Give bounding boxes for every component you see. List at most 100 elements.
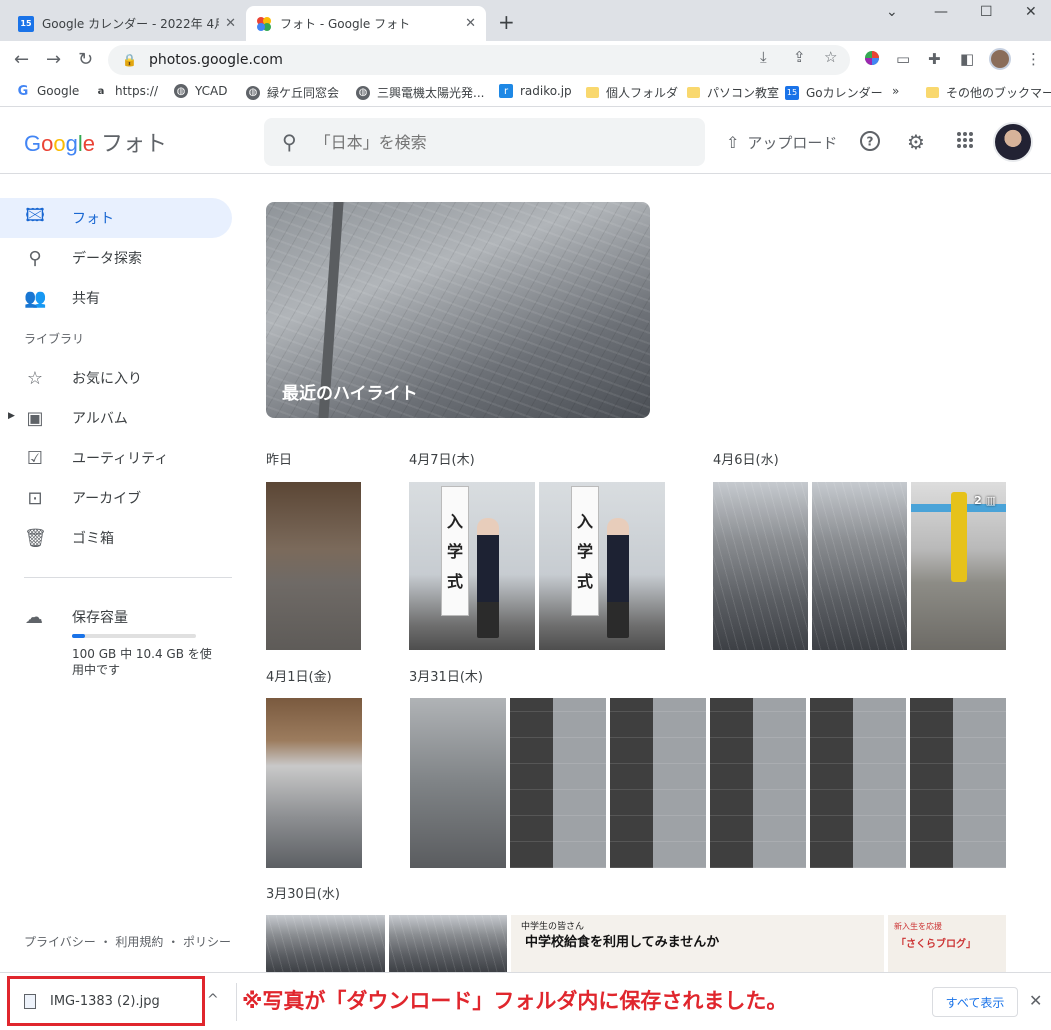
account-avatar[interactable]	[993, 122, 1033, 162]
close-tab-icon[interactable]: ✕	[465, 16, 476, 31]
side-panel-icon[interactable]: ◧	[960, 50, 974, 68]
archive-icon: ⊡	[27, 487, 43, 509]
recent-highlights-card[interactable]: 最近のハイライト	[266, 202, 650, 418]
install-icon[interactable]: ⤓	[760, 48, 767, 66]
tab-google-calendar[interactable]: 15 Google カレンダー - 2022年 4月 18 ✕	[8, 6, 246, 41]
bookmark-item[interactable]: G Google	[16, 84, 80, 99]
sidebar-item-trash[interactable]: 🗑 ゴミ箱	[0, 518, 232, 558]
address-bar[interactable]: 🔒 photos.google.com	[108, 45, 850, 75]
search-icon[interactable]: ⚲	[282, 130, 297, 154]
sidebar-item-label: ゴミ箱	[72, 531, 114, 547]
help-icon[interactable]: ?	[859, 130, 881, 157]
chevron-up-icon[interactable]: ^	[207, 992, 219, 1008]
sidebar-item-sharing[interactable]: 👥 共有	[0, 278, 232, 318]
globe-icon: ◍	[356, 85, 370, 100]
photo-thumbnail[interactable]	[710, 698, 806, 868]
forward-icon[interactable]: →	[46, 49, 61, 70]
google-photos-logo[interactable]: Google フォト	[24, 126, 167, 158]
photo-icon: 🖾	[25, 205, 45, 226]
window-close-icon[interactable]: ✕	[1025, 4, 1037, 20]
logo-letter: G	[24, 131, 42, 156]
photo-thumbnail[interactable]	[266, 482, 361, 650]
show-all-button[interactable]: すべて表示	[932, 987, 1018, 1017]
share-icon[interactable]: ⇪	[793, 48, 806, 66]
google-photos-icon	[256, 16, 272, 32]
bookmark-label: その他のブックマーク	[946, 86, 1051, 100]
photo-thumbnail[interactable]	[713, 482, 808, 650]
sidebar-item-label: フォト	[72, 211, 114, 227]
maximize-icon[interactable]: ☐	[980, 4, 993, 20]
logo-letter: o	[41, 131, 54, 156]
extensions-icon[interactable]: ✚	[928, 50, 941, 68]
photo-thumbnail[interactable]	[610, 698, 706, 868]
storage-usage-text: 100 GB 中 10.4 GB を使用中です	[72, 647, 212, 677]
photo-thumbnail[interactable]: 新入生を応援 「さくらブログ」	[888, 915, 1006, 972]
photo-thumbnail[interactable]	[910, 698, 1006, 868]
sidebar-item-label: アルバム	[72, 411, 128, 427]
color-extension-icon[interactable]	[864, 50, 880, 70]
bookmark-item[interactable]: その他のブックマーク	[925, 84, 1051, 101]
folder-icon	[686, 86, 700, 100]
bookmark-item[interactable]: a https://	[94, 84, 158, 98]
bookmark-item[interactable]: ◍ YCAD	[174, 84, 228, 98]
sidebar-item-favorites[interactable]: ☆ お気に入り	[0, 358, 232, 398]
photo-thumbnail[interactable]	[389, 915, 507, 972]
storage-title[interactable]: 保存容量	[72, 607, 128, 627]
settings-gear-icon[interactable]: ⚙	[907, 130, 925, 154]
new-tab-icon[interactable]: +	[498, 10, 515, 34]
album-icon: ▣	[26, 407, 44, 429]
bookmark-item[interactable]: パソコン教室	[686, 84, 779, 101]
tab-title: フォト - Google フォト	[280, 17, 411, 31]
paper-caption: 新入生を応援	[894, 922, 942, 931]
photo-thumbnail[interactable]: 中学生の皆さん 中学校給食を利用してみませんか	[511, 915, 884, 972]
download-bar: IMG-1383 (2).jpg ^ ※写真が「ダウンロード」フォルダ内に保存さ…	[0, 972, 1051, 1030]
close-icon[interactable]: ✕	[1029, 991, 1042, 1010]
photo-thumbnail[interactable]: 2 ▥	[911, 482, 1006, 650]
close-tab-icon[interactable]: ✕	[225, 16, 236, 31]
reload-icon[interactable]: ↻	[78, 49, 93, 70]
sidebar-item-archive[interactable]: ⊡ アーカイブ	[0, 478, 232, 518]
storage-progress-fill	[72, 634, 85, 638]
back-icon[interactable]: ←	[14, 49, 29, 70]
browser-profile-avatar[interactable]	[989, 48, 1011, 70]
sidebar-divider	[24, 577, 232, 578]
search-box[interactable]: ⚲	[264, 118, 705, 166]
photo-thumbnail[interactable]	[266, 698, 362, 868]
storage-progress-bar	[72, 634, 196, 638]
minimize-icon[interactable]: —	[934, 4, 948, 20]
upload-button[interactable]: ⇧ アップロード	[726, 132, 837, 153]
more-bookmarks-icon[interactable]: »	[892, 84, 899, 98]
photo-thumbnail[interactable]	[812, 482, 907, 650]
tab-google-photos[interactable]: フォト - Google フォト ✕	[246, 6, 486, 41]
sidebar-item-explore[interactable]: ⚲ データ探索	[0, 238, 232, 278]
photo-thumbnail[interactable]: 入学式	[539, 482, 665, 650]
photo-thumbnail[interactable]: 入学式	[409, 482, 535, 650]
search-input[interactable]	[314, 132, 675, 152]
footer-links[interactable]: プライバシー ・ 利用規約 ・ ポリシー	[24, 933, 231, 950]
photo-thumbnail[interactable]	[410, 698, 506, 868]
sidebar-item-photos[interactable]: 🖾 フォト	[0, 198, 232, 238]
sidebar-item-albums[interactable]: ▣ アルバム	[0, 398, 232, 438]
bookmark-item[interactable]: ◍ 三興電機太陽光発...	[356, 84, 484, 101]
logo-letter: g	[65, 131, 78, 156]
bookmark-item[interactable]: ◍ 緑ケ丘同窓会	[246, 84, 339, 101]
trash-icon: 🗑	[24, 527, 47, 549]
sidebar-item-utilities[interactable]: ☑ ユーティリティ	[0, 438, 232, 478]
ceremony-sign: 入学式	[441, 486, 469, 616]
menu-dots-icon[interactable]: ⋮	[1026, 50, 1041, 68]
photo-thumbnail[interactable]	[510, 698, 606, 868]
bookmark-item[interactable]: r radiko.jp	[499, 84, 572, 98]
paper-headline: 「さくらブログ」	[896, 939, 976, 950]
cast-icon[interactable]: ▭	[896, 50, 910, 68]
download-item[interactable]: IMG-1383 (2).jpg	[7, 976, 205, 1026]
bookmark-item[interactable]: 15 Goカレンダー	[785, 84, 883, 101]
browser-toolbar: ← → ↻ 🔒 photos.google.com ⤓ ⇪ ☆ ▭ ✚ ◧ ⋮	[0, 41, 1051, 79]
bookmark-item[interactable]: 個人フォルダ	[585, 84, 678, 101]
apps-grid-icon[interactable]	[955, 130, 975, 155]
date-header: 4月1日(金)	[266, 670, 332, 685]
bookmark-star-icon[interactable]: ☆	[824, 48, 837, 66]
photo-thumbnail[interactable]	[266, 915, 385, 972]
download-filename: IMG-1383 (2).jpg	[50, 993, 160, 1009]
photo-thumbnail[interactable]	[810, 698, 906, 868]
tab-search-chevron-icon[interactable]: ⌄	[886, 4, 898, 20]
